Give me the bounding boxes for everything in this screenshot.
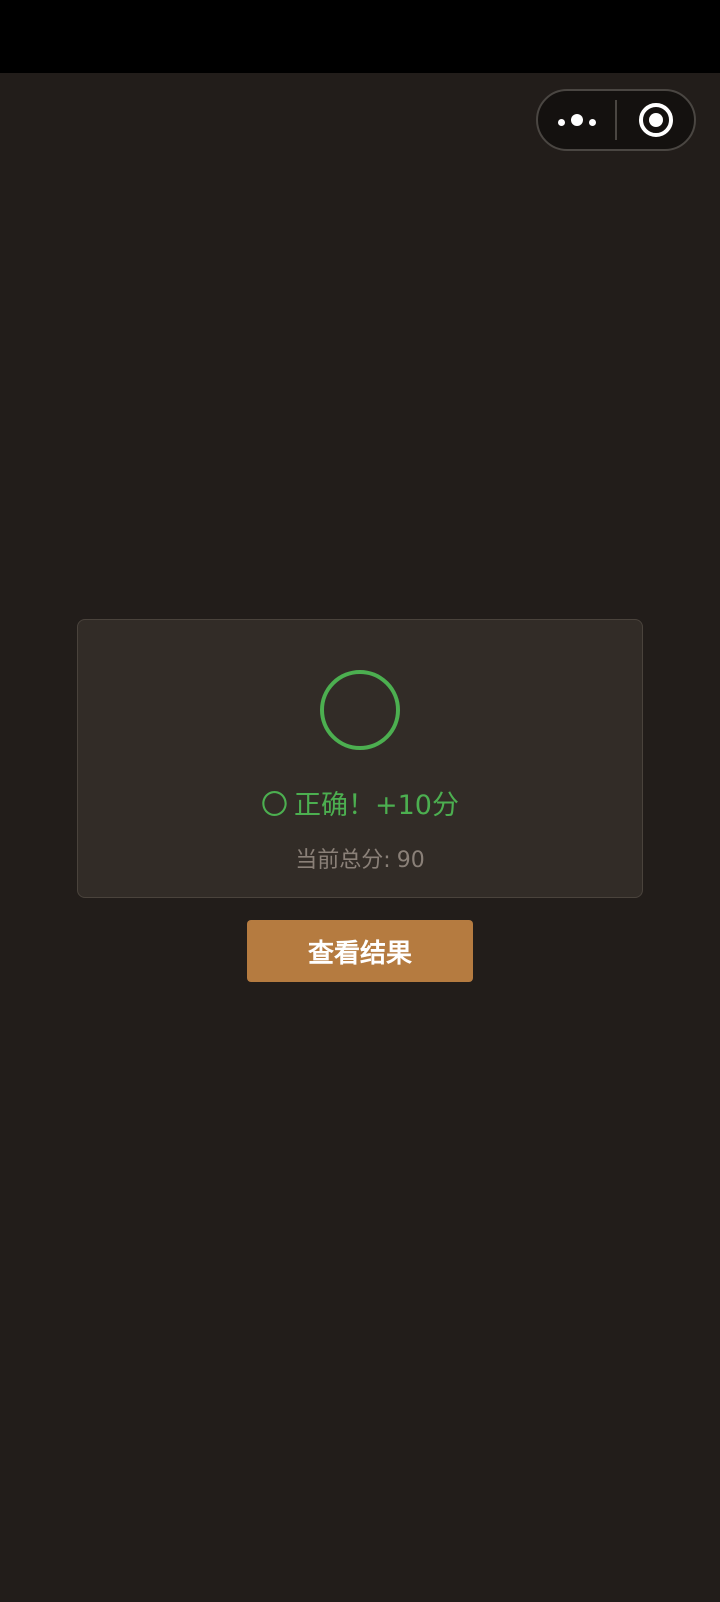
more-button[interactable] [538, 91, 615, 149]
mini-program-capsule [536, 89, 696, 151]
result-card: 〇正确！+10分 当前总分: 90 [77, 619, 643, 898]
status-bar [0, 0, 720, 73]
target-icon [638, 103, 673, 137]
close-button[interactable] [617, 91, 694, 149]
result-text: 正确！+10分 [294, 790, 459, 821]
total-score: 当前总分: 90 [78, 846, 642, 876]
score-value: 90 [396, 848, 425, 873]
correct-ring-icon [320, 670, 400, 750]
score-label: 当前总分: [295, 848, 391, 873]
view-result-button[interactable]: 查看结果 [247, 920, 473, 982]
circle-mark-icon: 〇 [261, 790, 288, 821]
result-message: 〇正确！+10分 [78, 788, 642, 824]
more-dots-icon [555, 111, 599, 130]
